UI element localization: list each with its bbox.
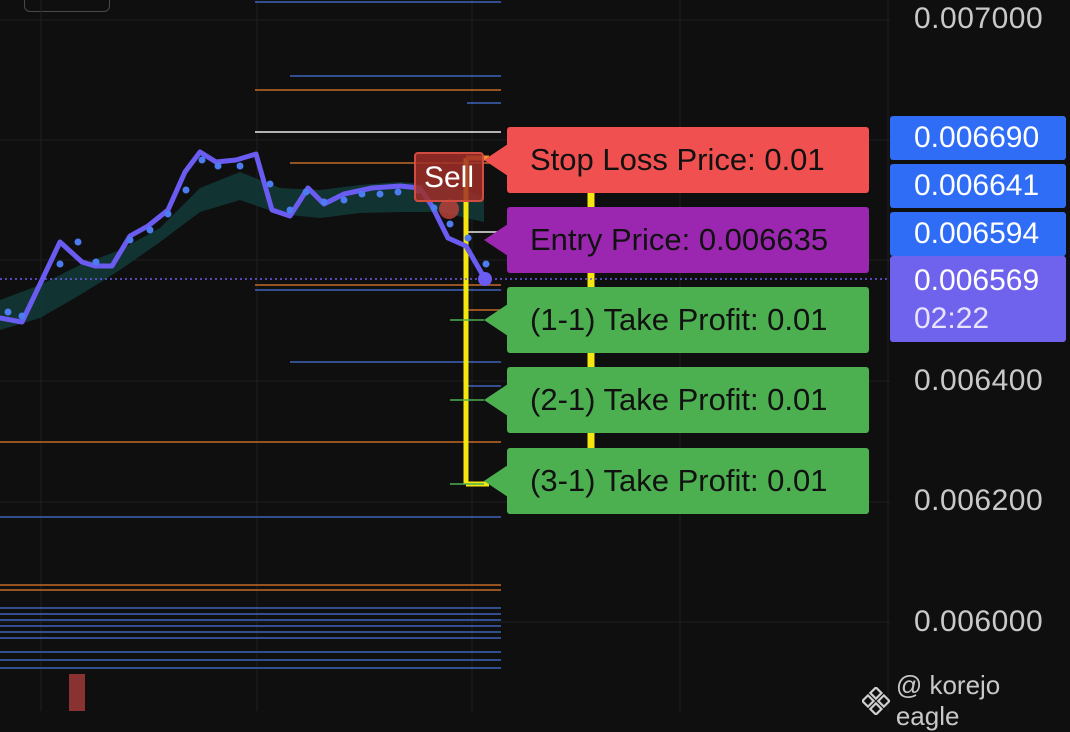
indicator-dot — [164, 210, 172, 218]
indicator-dot — [146, 226, 154, 234]
indicator-dot — [464, 234, 472, 242]
current-price-badge: 0.006569 02:22 — [890, 256, 1066, 342]
sell-signal-badge[interactable]: Sell — [414, 152, 484, 202]
take-profit-3-label[interactable]: (3-1) Take Profit: 0.01 — [507, 448, 869, 514]
indicator-dot — [92, 258, 100, 266]
indicator-levels — [0, 1, 501, 669]
indicator-dot — [214, 162, 222, 170]
tp1-pointer — [484, 304, 508, 336]
indicator-dot — [320, 198, 328, 206]
indicator-dot — [18, 312, 26, 320]
indicator-dot — [4, 308, 12, 316]
indicator-dot — [394, 188, 402, 196]
watermark: @ korejo eagle — [862, 670, 1070, 732]
indicator-dot — [302, 188, 310, 196]
indicator-dot — [358, 190, 366, 198]
indicator-dot — [446, 220, 454, 228]
stop-loss-label[interactable]: Stop Loss Price: 0.01 — [507, 127, 869, 193]
indicator-dot — [56, 260, 64, 268]
entry-pointer — [484, 224, 508, 256]
price-badge-level: 0.006641 — [890, 164, 1066, 208]
entry-price-label[interactable]: Entry Price: 0.006635 — [507, 207, 869, 273]
tp3-pointer — [484, 465, 508, 497]
price-badge-stop-loss: 0.006690 — [890, 116, 1066, 160]
current-price-value: 0.006569 — [914, 264, 1040, 297]
indicator-dot — [286, 206, 294, 214]
price-tick: 0.006400 — [914, 364, 1044, 397]
volume-bar — [69, 674, 85, 711]
indicator-dot — [482, 260, 490, 268]
watermark-text: @ korejo eagle — [895, 670, 1001, 731]
take-profit-1-label[interactable]: (1-1) Take Profit: 0.01 — [507, 287, 869, 353]
price-badge-level: 0.006594 — [890, 212, 1066, 256]
tp2-pointer — [484, 384, 508, 416]
indicator-dot — [182, 186, 190, 194]
price-tick: 0.006000 — [914, 605, 1044, 638]
stop-loss-pointer — [484, 144, 508, 176]
price-tick: 0.006200 — [914, 484, 1044, 517]
indicator-dot — [74, 238, 82, 246]
indicator-dot — [430, 204, 438, 212]
take-profit-2-label[interactable]: (2-1) Take Profit: 0.01 — [507, 367, 869, 433]
price-tick: 0.007000 — [914, 2, 1044, 35]
sell-signal-marker — [439, 199, 459, 219]
indicator-dot — [376, 190, 384, 198]
indicator-dot — [340, 196, 348, 204]
price-chart[interactable] — [0, 0, 890, 711]
indicator-dot — [236, 162, 244, 170]
indicator-dot — [266, 180, 274, 188]
indicator-dot — [198, 156, 206, 164]
indicator-dot — [126, 236, 134, 244]
candle-countdown: 02:22 — [914, 302, 990, 335]
chart-grid — [0, 0, 890, 711]
